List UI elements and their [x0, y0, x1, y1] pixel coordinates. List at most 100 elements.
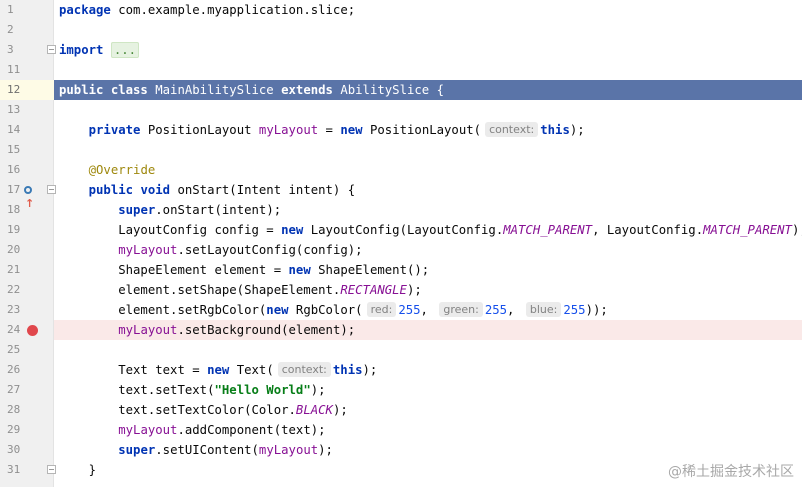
gutter-line[interactable]: 15	[0, 140, 54, 160]
code-token: .setBackground(element);	[177, 323, 356, 337]
gutter-line[interactable]: 26	[0, 360, 54, 380]
code-line[interactable]: public class MainAbilitySlice extends Ab…	[54, 80, 802, 100]
line-number: 27	[7, 383, 21, 396]
code-line[interactable]: ShapeElement element = new ShapeElement(…	[54, 260, 802, 280]
gutter-line[interactable]: 31	[0, 460, 54, 480]
code-line[interactable]	[54, 100, 802, 120]
code-token: RgbColor(	[288, 303, 363, 317]
code-line[interactable]	[54, 340, 802, 360]
breakpoint-icon[interactable]	[27, 325, 38, 336]
code-line[interactable]: private PositionLayout myLayout = new Po…	[54, 120, 802, 140]
code-line[interactable]: public void onStart(Intent intent) {	[54, 180, 802, 200]
code-token: "Hello World"	[214, 383, 311, 397]
line-number: 20	[7, 243, 21, 256]
code-token: PositionLayout(	[362, 123, 482, 137]
gutter-line[interactable]: 22	[0, 280, 54, 300]
gutter-line[interactable]: 27	[0, 380, 54, 400]
gutter-line[interactable]: 14	[0, 120, 54, 140]
watermark: @稀土掘金技术社区	[668, 464, 794, 480]
code-token: @Override	[88, 163, 156, 177]
gutter-line[interactable]: 3	[0, 40, 54, 60]
gutter-line[interactable]: 2	[0, 20, 54, 40]
code-line[interactable]: myLayout.setBackground(element);	[54, 320, 802, 340]
code-line-text: LayoutConfig config = new LayoutConfig(L…	[59, 220, 802, 240]
code-token: =	[318, 123, 341, 137]
code-line-text: text.setTextColor(Color.BLACK);	[59, 400, 348, 420]
code-token: .setLayoutConfig(config);	[177, 243, 363, 257]
code-token: this	[540, 123, 570, 137]
code-token: Text(	[229, 363, 274, 377]
code-line[interactable]: @Override	[54, 160, 802, 180]
code-line[interactable]: super.onStart(intent);	[54, 200, 802, 220]
code-token: public class	[59, 83, 148, 97]
gutter-line[interactable]: 1	[0, 0, 54, 20]
line-number: 22	[7, 283, 21, 296]
code-area[interactable]: package com.example.myapplication.slice;…	[54, 0, 802, 487]
code-line[interactable]: super.setUIContent(myLayout);	[54, 440, 802, 460]
code-line[interactable]: import ...	[54, 40, 802, 60]
gutter-line[interactable]: 16	[0, 160, 54, 180]
code-line[interactable]: Text text = new Text(context: this);	[54, 360, 802, 380]
line-number: 17	[7, 183, 21, 196]
gutter-line[interactable]: 11	[0, 60, 54, 80]
code-token: ));	[585, 303, 608, 317]
fold-icon[interactable]	[47, 45, 56, 54]
code-line[interactable]: text.setTextColor(Color.BLACK);	[54, 400, 802, 420]
code-line[interactable]: package com.example.myapplication.slice;	[54, 0, 802, 20]
fold-icon[interactable]	[47, 185, 56, 194]
code-token: .setUIContent(	[155, 443, 259, 457]
code-line-text: package com.example.myapplication.slice;	[59, 0, 355, 20]
code-line[interactable]	[54, 20, 802, 40]
code-token: element.setRgbColor(	[59, 303, 267, 317]
code-token: BLACK	[295, 403, 333, 417]
code-token: );	[791, 223, 802, 237]
line-number: 26	[7, 363, 21, 376]
gutter-line[interactable]: 30	[0, 440, 54, 460]
code-token: super	[118, 203, 156, 217]
code-line[interactable]	[54, 60, 802, 80]
code-line[interactable]	[54, 140, 802, 160]
code-line[interactable]: element.setRgbColor(new RgbColor(red: 255…	[54, 300, 802, 320]
gutter-line[interactable]: 29	[0, 420, 54, 440]
code-token: ,	[420, 303, 436, 317]
line-number: 31	[7, 463, 21, 476]
line-number: 14	[7, 123, 21, 136]
gutter-line[interactable]: 28	[0, 400, 54, 420]
code-token: extends	[281, 83, 333, 97]
gutter-line[interactable]: 25	[0, 340, 54, 360]
gutter-line[interactable]: 13	[0, 100, 54, 120]
code-token: ,	[507, 303, 522, 317]
code-line-text: text.setText("Hello World");	[59, 380, 325, 400]
parameter-hint: blue:	[525, 302, 562, 317]
line-number: 3	[7, 43, 14, 56]
gutter-line[interactable]: 19	[0, 220, 54, 240]
line-number: 25	[7, 343, 21, 356]
code-token: }	[59, 463, 97, 477]
code-line[interactable]: LayoutConfig config = new LayoutConfig(L…	[54, 220, 802, 240]
gutter-line[interactable]: 12	[0, 80, 54, 100]
code-token: onStart(Intent intent) {	[170, 183, 356, 197]
code-line[interactable]: element.setShape(ShapeElement.RECTANGLE)…	[54, 280, 802, 300]
gutter-line[interactable]: 20	[0, 240, 54, 260]
code-line-text: element.setShape(ShapeElement.RECTANGLE)…	[59, 280, 422, 300]
code-token: new	[266, 303, 289, 317]
code-line[interactable]: myLayout.setLayoutConfig(config);	[54, 240, 802, 260]
code-token: myLayout	[258, 443, 319, 457]
line-number-gutter[interactable]: 1 2 3 11 12 13 14 15 16 17 18 19 20 21 22 23 24 25 26 27 28 2…	[0, 0, 54, 487]
override-method-icon[interactable]: ↑	[24, 183, 40, 210]
code-token: this	[332, 363, 363, 377]
code-token: Text text =	[59, 363, 208, 377]
gutter-line[interactable]: 21	[0, 260, 54, 280]
code-line-text: public class MainAbilitySlice extends Ab…	[59, 80, 444, 100]
code-line[interactable]: myLayout.addComponent(text);	[54, 420, 802, 440]
code-token: 255	[398, 303, 421, 317]
gutter-line[interactable]: 23	[0, 300, 54, 320]
code-line[interactable]: text.setText("Hello World");	[54, 380, 802, 400]
code-token: element.setShape(ShapeElement.	[59, 283, 341, 297]
code-editor[interactable]: 1 2 3 11 12 13 14 15 16 17 18 19 20 21 22 23 24 25 26 27 28 2…	[0, 0, 802, 487]
fold-icon[interactable]	[47, 465, 56, 474]
code-token: LayoutConfig(LayoutConfig.	[303, 223, 504, 237]
